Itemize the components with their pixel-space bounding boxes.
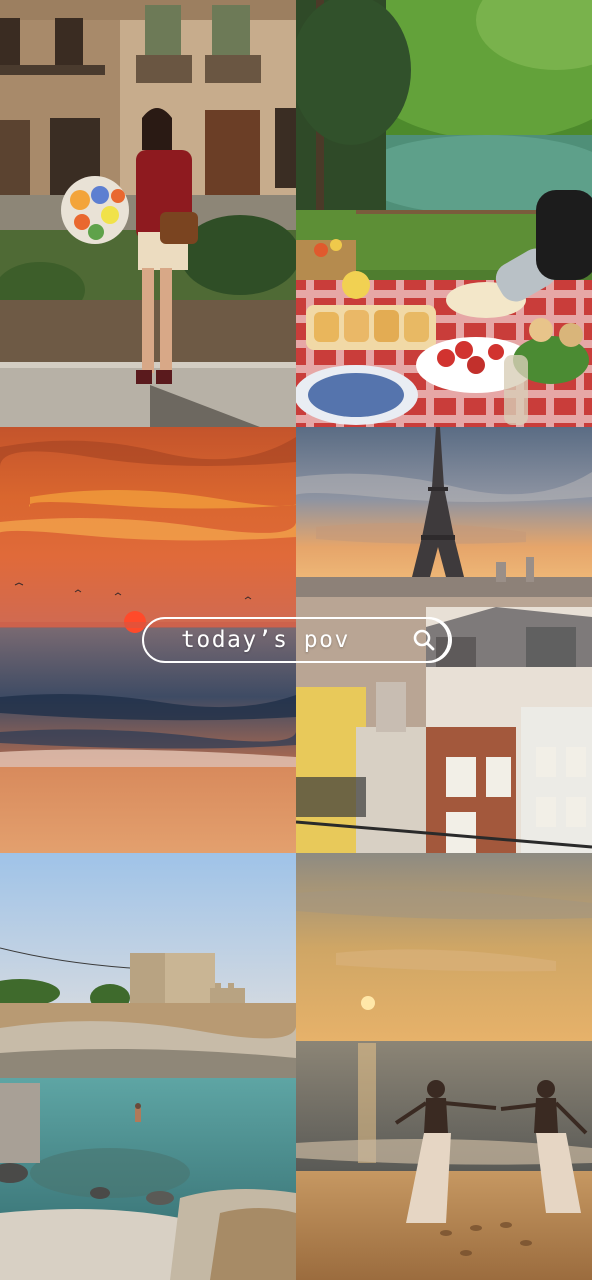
search-bar[interactable]: today’s pov <box>142 617 452 663</box>
stone-tower-cove-image <box>0 853 296 1280</box>
photo-tile-lakeside-picnic[interactable] <box>296 0 592 427</box>
photo-tile-stone-tower-cove[interactable] <box>0 853 296 1280</box>
beach-sunset-image <box>296 853 592 1280</box>
photo-tile-beach-sunset-dancers[interactable] <box>296 853 592 1280</box>
photo-tile-city-street[interactable] <box>0 0 296 427</box>
lakeside-picnic-image <box>296 0 592 427</box>
search-button[interactable] <box>398 617 452 663</box>
search-icon <box>411 627 437 653</box>
city-street-image <box>0 0 296 427</box>
